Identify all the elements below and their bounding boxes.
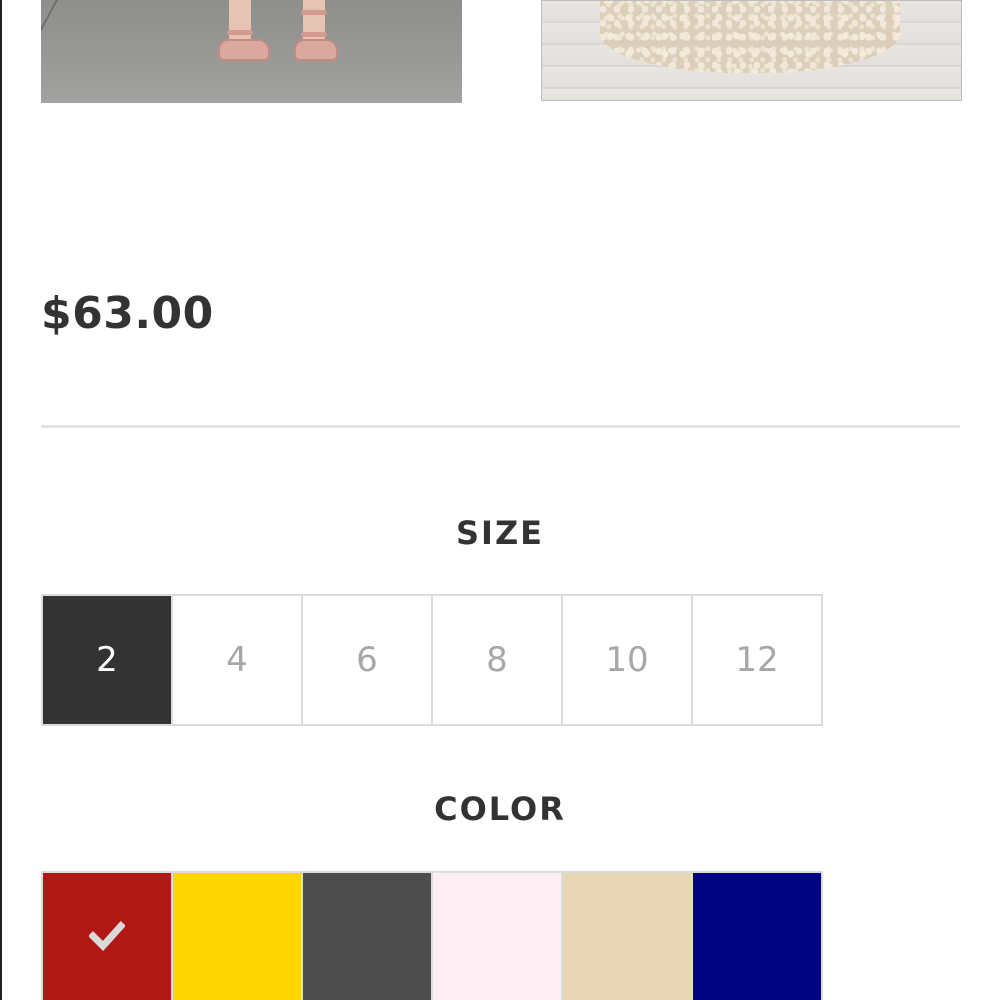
size-option[interactable]: 10: [561, 594, 693, 726]
window-edge: [0, 0, 2, 1000]
size-option[interactable]: 8: [431, 594, 563, 726]
size-option[interactable]: 12: [691, 594, 823, 726]
size-options: 2 4 6 8 10 12: [41, 594, 823, 726]
size-option[interactable]: 2: [41, 594, 173, 726]
color-swatch-yellow[interactable]: [171, 871, 303, 1000]
product-price: $63.00: [41, 288, 214, 339]
color-swatch-navy[interactable]: [691, 871, 823, 1000]
checkmark-icon: [89, 920, 125, 951]
size-option[interactable]: 4: [171, 594, 303, 726]
color-swatch-charcoal[interactable]: [301, 871, 433, 1000]
size-option[interactable]: 6: [301, 594, 433, 726]
divider: [41, 425, 960, 428]
color-swatch-champagne[interactable]: [561, 871, 693, 1000]
color-heading: COLOR: [434, 790, 566, 828]
color-swatch-light-pink[interactable]: [431, 871, 563, 1000]
product-image-sandals[interactable]: [41, 0, 462, 103]
size-heading: SIZE: [455, 514, 544, 552]
product-page: $63.00 SIZE 2 4 6 8 10 12 COLOR: [0, 0, 1000, 1000]
color-swatch-red[interactable]: [41, 871, 173, 1000]
product-image-sequin-dress[interactable]: [541, 0, 962, 101]
color-options: [41, 871, 823, 1000]
